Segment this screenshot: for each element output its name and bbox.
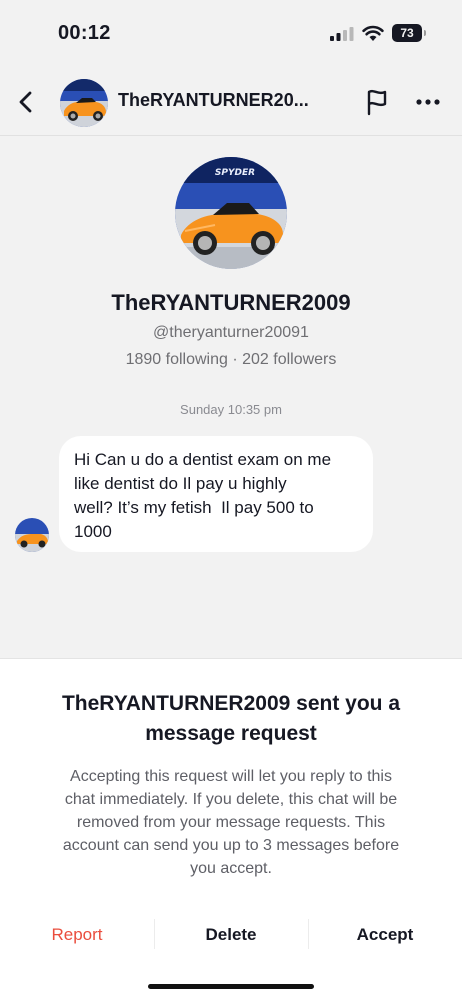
header-avatar[interactable] (60, 79, 108, 127)
request-actions: Report Delete Accept (0, 917, 462, 953)
signal-icon (330, 27, 354, 41)
chat-header: TheRYANTURNER20... (0, 68, 462, 136)
message-bubble[interactable]: Hi Can u do a dentist exam on me like de… (59, 436, 373, 552)
status-time: 00:12 (58, 22, 111, 44)
request-title: TheRYANTURNER2009 sent you a message req… (20, 689, 442, 749)
request-title-line: TheRYANTURNER2009 sent you a (61, 692, 401, 715)
request-description-line: chat immediately. If you delete, this ch… (64, 791, 398, 808)
request-description-line: removed from your message requests. This (76, 814, 386, 831)
request-description-line: account can send you up to 3 messages be… (62, 837, 400, 854)
wifi-icon (362, 25, 384, 41)
message-sender-avatar[interactable] (15, 518, 49, 552)
car-avatar-image (60, 79, 108, 127)
profile-avatar[interactable]: SPYDER (175, 157, 287, 269)
request-title-line: message request (145, 722, 317, 745)
avatar-logo-text: SPYDER (215, 168, 255, 178)
request-description-line: Accepting this request will let you repl… (70, 768, 392, 785)
message-line: 1000 (74, 522, 112, 541)
more-horizontal-icon[interactable] (414, 92, 442, 112)
accept-button[interactable]: Accept (308, 917, 462, 953)
car-avatar-image: SPYDER (175, 157, 287, 269)
home-indicator[interactable] (148, 984, 314, 989)
message-line: like dentist do Il pay u highly (74, 474, 287, 493)
message-line: well? It’s my fetish Il pay 500 to (74, 498, 314, 517)
chevron-left-icon[interactable] (12, 88, 40, 116)
battery-icon: 73 (392, 24, 426, 42)
request-description-line: you accept. (190, 860, 272, 877)
message-request-sheet: TheRYANTURNER2009 sent you a message req… (0, 658, 462, 1000)
delete-button[interactable]: Delete (154, 917, 308, 953)
status-bar: 00:12 73 (0, 0, 462, 68)
message-line: Hi Can u do a dentist exam on me (74, 450, 332, 469)
report-button[interactable]: Report (0, 917, 154, 953)
profile-stats: 1890 following · 202 followers (125, 351, 337, 368)
header-username[interactable]: TheRYANTURNER20... (118, 90, 328, 111)
car-avatar-image (15, 518, 49, 552)
profile-handle: @theryanturner20091 (153, 324, 309, 341)
profile-display-name: TheRYANTURNER2009 (111, 290, 351, 315)
message-timestamp: Sunday 10:35 pm (180, 402, 282, 417)
flag-icon[interactable] (364, 88, 390, 116)
request-description: Accepting this request will let you repl… (30, 765, 432, 880)
